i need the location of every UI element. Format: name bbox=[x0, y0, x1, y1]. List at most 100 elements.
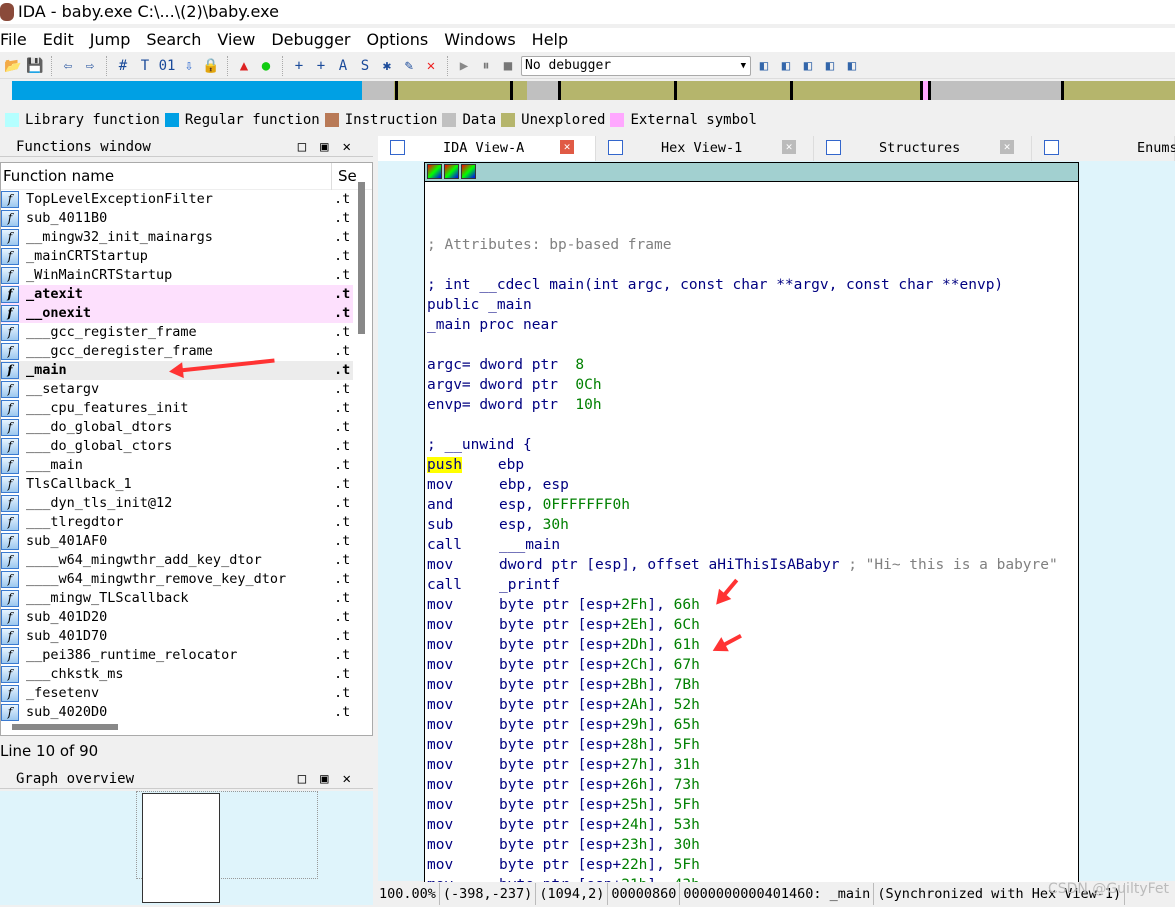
layout-icon[interactable] bbox=[461, 164, 476, 179]
back-icon[interactable]: ⇦ bbox=[59, 57, 77, 75]
disasm-line[interactable]: mov byte ptr [esp+27h], 31h bbox=[427, 755, 700, 775]
menu-debugger[interactable]: Debugger bbox=[263, 28, 358, 52]
disasm-line[interactable]: push ebp bbox=[427, 455, 524, 475]
function-row[interactable]: f __onexit .t bbox=[1, 304, 353, 323]
disasm-line[interactable]: public _main bbox=[427, 295, 532, 315]
graph-overview[interactable] bbox=[0, 791, 373, 905]
disasm-line[interactable]: ; __unwind { bbox=[427, 435, 532, 455]
function-row[interactable]: f ___cpu_features_init .t bbox=[1, 399, 353, 418]
close-tab-icon[interactable]: ✕ bbox=[560, 140, 574, 154]
menu-search[interactable]: Search bbox=[138, 28, 209, 52]
disasm-line[interactable]: mov byte ptr [esp+23h], 30h bbox=[427, 835, 700, 855]
jump-icon[interactable]: ⇩ bbox=[180, 57, 198, 75]
add-data-icon[interactable]: + bbox=[312, 57, 330, 75]
disassembly-view[interactable]: ; Attributes: bp-based frame ; int __cdec… bbox=[424, 162, 1079, 882]
run-icon[interactable]: ◧ bbox=[777, 57, 795, 75]
attach-icon[interactable]: ◧ bbox=[755, 57, 773, 75]
search-binary-icon[interactable]: 01 bbox=[158, 57, 176, 75]
warning-icon[interactable]: ▲ bbox=[235, 57, 253, 75]
function-row[interactable]: f ___tlregdtor .t bbox=[1, 513, 353, 532]
delete-breakpoint-icon[interactable]: ◧ bbox=[843, 57, 861, 75]
function-row[interactable]: f _mainCRTStartup .t bbox=[1, 247, 353, 266]
menu-edit[interactable]: Edit bbox=[35, 28, 82, 52]
disasm-line[interactable]: mov ebp, esp bbox=[427, 475, 569, 495]
lock-icon[interactable]: 🔒 bbox=[202, 57, 220, 75]
disasm-line[interactable]: and esp, 0FFFFFFF0h bbox=[427, 495, 630, 515]
tab-hex-view-1[interactable]: Hex View-1 ✕ bbox=[596, 136, 814, 161]
delete-icon[interactable]: ✕ bbox=[422, 57, 440, 75]
disasm-line[interactable]: argc= dword ptr 8 bbox=[427, 355, 584, 375]
function-row[interactable]: f sub_401D20 .t bbox=[1, 608, 353, 627]
function-row[interactable]: f _atexit .t bbox=[1, 285, 353, 304]
menu-options[interactable]: Options bbox=[359, 28, 437, 52]
function-row[interactable]: f __setargv .t bbox=[1, 380, 353, 399]
color-icon[interactable] bbox=[427, 164, 442, 179]
disasm-line[interactable]: ; Attributes: bp-based frame bbox=[427, 235, 671, 255]
search-text-icon[interactable]: T bbox=[136, 57, 154, 75]
search-code-icon[interactable]: # bbox=[114, 57, 132, 75]
disasm-line[interactable]: ; int __cdecl main(int argc, const char … bbox=[427, 275, 1003, 295]
edit-icon[interactable] bbox=[444, 164, 459, 179]
function-row[interactable]: f ___mingw_TLScallback .t bbox=[1, 589, 353, 608]
disasm-line[interactable]: mov byte ptr [esp+26h], 73h bbox=[427, 775, 700, 795]
add-breakpoint-icon[interactable]: ◧ bbox=[821, 57, 839, 75]
navigation-band[interactable] bbox=[12, 81, 1175, 100]
disasm-line[interactable]: envp= dword ptr 10h bbox=[427, 395, 602, 415]
function-row[interactable]: f sub_401AF0 .t bbox=[1, 532, 353, 551]
function-row[interactable]: f TopLevelExceptionFilter .t bbox=[1, 190, 353, 209]
disasm-line[interactable]: mov byte ptr [esp+24h], 53h bbox=[427, 815, 700, 835]
disasm-line[interactable]: mov byte ptr [esp+22h], 5Fh bbox=[427, 855, 700, 875]
disasm-line[interactable]: call ___main bbox=[427, 535, 560, 555]
function-row[interactable]: f _WinMainCRTStartup .t bbox=[1, 266, 353, 285]
disasm-line[interactable]: argv= dword ptr 0Ch bbox=[427, 375, 602, 395]
pause-icon[interactable]: ⏸ bbox=[477, 57, 495, 75]
vertical-scrollbar[interactable] bbox=[358, 182, 365, 334]
function-row[interactable]: f __mingw32_init_mainargs .t bbox=[1, 228, 353, 247]
function-row[interactable]: f _fesetenv .t bbox=[1, 684, 353, 703]
play-icon[interactable]: ▶ bbox=[455, 57, 473, 75]
column-segment[interactable]: Se bbox=[331, 163, 357, 190]
disasm-line[interactable]: mov dword ptr [esp], offset aHiThisIsABab… bbox=[427, 555, 1058, 575]
save-icon[interactable]: 💾 bbox=[26, 57, 44, 75]
menu-jump[interactable]: Jump bbox=[82, 28, 139, 52]
function-row[interactable]: f __pei386_runtime_relocator .t bbox=[1, 646, 353, 665]
function-row[interactable]: f ___main .t bbox=[1, 456, 353, 475]
menu-file[interactable]: File bbox=[0, 28, 35, 52]
menu-view[interactable]: View bbox=[209, 28, 263, 52]
function-row[interactable]: f ___gcc_deregister_frame .t bbox=[1, 342, 353, 361]
panel-buttons[interactable]: □▣✕ bbox=[298, 769, 365, 789]
panel-buttons[interactable]: □▣✕ bbox=[298, 137, 365, 157]
horizontal-scrollbar[interactable] bbox=[12, 724, 118, 730]
disasm-line[interactable]: mov byte ptr [esp+2Dh], 61h bbox=[427, 635, 700, 655]
function-row[interactable]: f ___chkstk_ms .t bbox=[1, 665, 353, 684]
function-row[interactable]: f ____w64_mingwthr_add_key_dtor .t bbox=[1, 551, 353, 570]
menu-windows[interactable]: Windows bbox=[436, 28, 523, 52]
function-row[interactable]: f sub_401D70 .t bbox=[1, 627, 353, 646]
disasm-line[interactable]: mov byte ptr [esp+25h], 5Fh bbox=[427, 795, 700, 815]
disasm-line[interactable]: call _printf bbox=[427, 575, 560, 595]
tab-enums[interactable]: Enums bbox=[1032, 136, 1175, 161]
disasm-line[interactable]: mov byte ptr [esp+2Ch], 67h bbox=[427, 655, 700, 675]
tab-structures[interactable]: Structures ✕ bbox=[814, 136, 1032, 161]
disasm-line[interactable]: movbyte ptr [esp+21h], 43h bbox=[427, 875, 700, 882]
breakpoint-list-icon[interactable]: ◧ bbox=[799, 57, 817, 75]
close-tab-icon[interactable]: ✕ bbox=[1000, 140, 1014, 154]
forward-icon[interactable]: ⇨ bbox=[81, 57, 99, 75]
graph-viewport[interactable] bbox=[142, 793, 220, 903]
function-row[interactable]: f ___gcc_register_frame .t bbox=[1, 323, 353, 342]
add-struct-icon[interactable]: ✱ bbox=[378, 57, 396, 75]
function-row[interactable]: f ___dyn_tls_init@12 .t bbox=[1, 494, 353, 513]
function-row[interactable]: f ____w64_mingwthr_remove_key_dtor .t bbox=[1, 570, 353, 589]
disasm-line[interactable]: _main proc near bbox=[427, 315, 558, 335]
debugger-select[interactable]: No debugger bbox=[521, 55, 751, 76]
add-code-icon[interactable]: + bbox=[290, 57, 308, 75]
function-row[interactable]: f TlsCallback_1 .t bbox=[1, 475, 353, 494]
edit-icon[interactable]: ✎ bbox=[400, 57, 418, 75]
function-row[interactable]: f sub_4020D0 .t bbox=[1, 703, 353, 722]
disasm-line[interactable]: mov byte ptr [esp+28h], 5Fh bbox=[427, 735, 700, 755]
close-tab-icon[interactable]: ✕ bbox=[782, 140, 796, 154]
menu-help[interactable]: Help bbox=[524, 28, 576, 52]
open-icon[interactable]: 📂 bbox=[4, 57, 22, 75]
tab-ida-view-a[interactable]: IDA View-A ✕ bbox=[378, 136, 596, 161]
disasm-line[interactable]: mov byte ptr [esp+2Fh], 66h bbox=[427, 595, 700, 615]
